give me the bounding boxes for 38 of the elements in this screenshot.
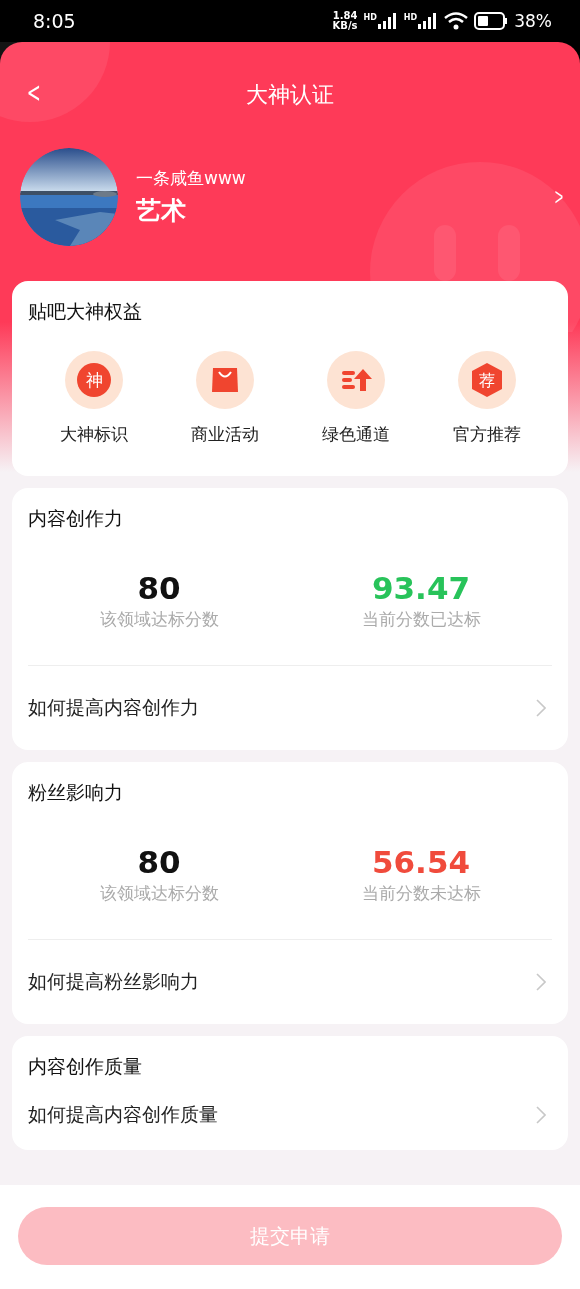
badge-icon[interactable]: 神 bbox=[64, 351, 123, 409]
battery-icon bbox=[474, 12, 509, 30]
help-link-row[interactable]: 如何提高内容创作力 bbox=[28, 665, 552, 750]
hd-label: HD bbox=[363, 13, 377, 22]
score-caption: 当前分数未达标 bbox=[361, 882, 481, 905]
current-score: 56.54 bbox=[371, 844, 471, 880]
network-speed: 1.84 KB/s bbox=[332, 11, 358, 31]
wifi-icon bbox=[444, 12, 469, 30]
current-score: 93.47 bbox=[371, 570, 471, 606]
help-link-row[interactable]: 如何提高粉丝影响力 bbox=[28, 939, 552, 1024]
signal-icon bbox=[418, 13, 439, 29]
chevron-right-icon bbox=[536, 973, 546, 991]
signal-icon bbox=[377, 13, 398, 29]
back-button[interactable]: < bbox=[23, 76, 45, 109]
benefit-label: 绿色通道 bbox=[321, 423, 390, 446]
card-title: 粉丝影响力 bbox=[28, 780, 124, 805]
help-link-row[interactable]: 如何提高内容创作质量 bbox=[28, 1080, 552, 1150]
chevron-right-icon bbox=[536, 1106, 546, 1124]
card-title: 内容创作力 bbox=[28, 506, 124, 531]
benefit-label: 商业活动 bbox=[190, 423, 259, 446]
page-title: 大神认证 bbox=[246, 81, 334, 109]
target-score: 80 bbox=[137, 844, 181, 880]
card-title: 贴吧大神权益 bbox=[28, 299, 143, 324]
hd-label: HD bbox=[403, 13, 418, 22]
shopping-bag-icon[interactable] bbox=[195, 351, 254, 409]
card-title: 内容创作质量 bbox=[28, 1054, 143, 1079]
target-score: 80 bbox=[137, 570, 181, 606]
benefit-label: 官方推荐 bbox=[452, 423, 521, 446]
chevron-button[interactable]: > bbox=[554, 183, 564, 211]
domain-label: 艺术 bbox=[136, 195, 187, 227]
status-time: 8:05 bbox=[33, 10, 76, 32]
user-name: 一条咸鱼www bbox=[136, 167, 246, 190]
battery-percent: 38% bbox=[514, 11, 552, 31]
score-caption: 该领域达标分数 bbox=[99, 608, 219, 631]
score-caption: 该领域达标分数 bbox=[99, 882, 219, 905]
chevron-right-icon bbox=[536, 699, 546, 717]
score-caption: 当前分数已达标 bbox=[361, 608, 481, 631]
benefit-label: 大神标识 bbox=[59, 423, 128, 446]
